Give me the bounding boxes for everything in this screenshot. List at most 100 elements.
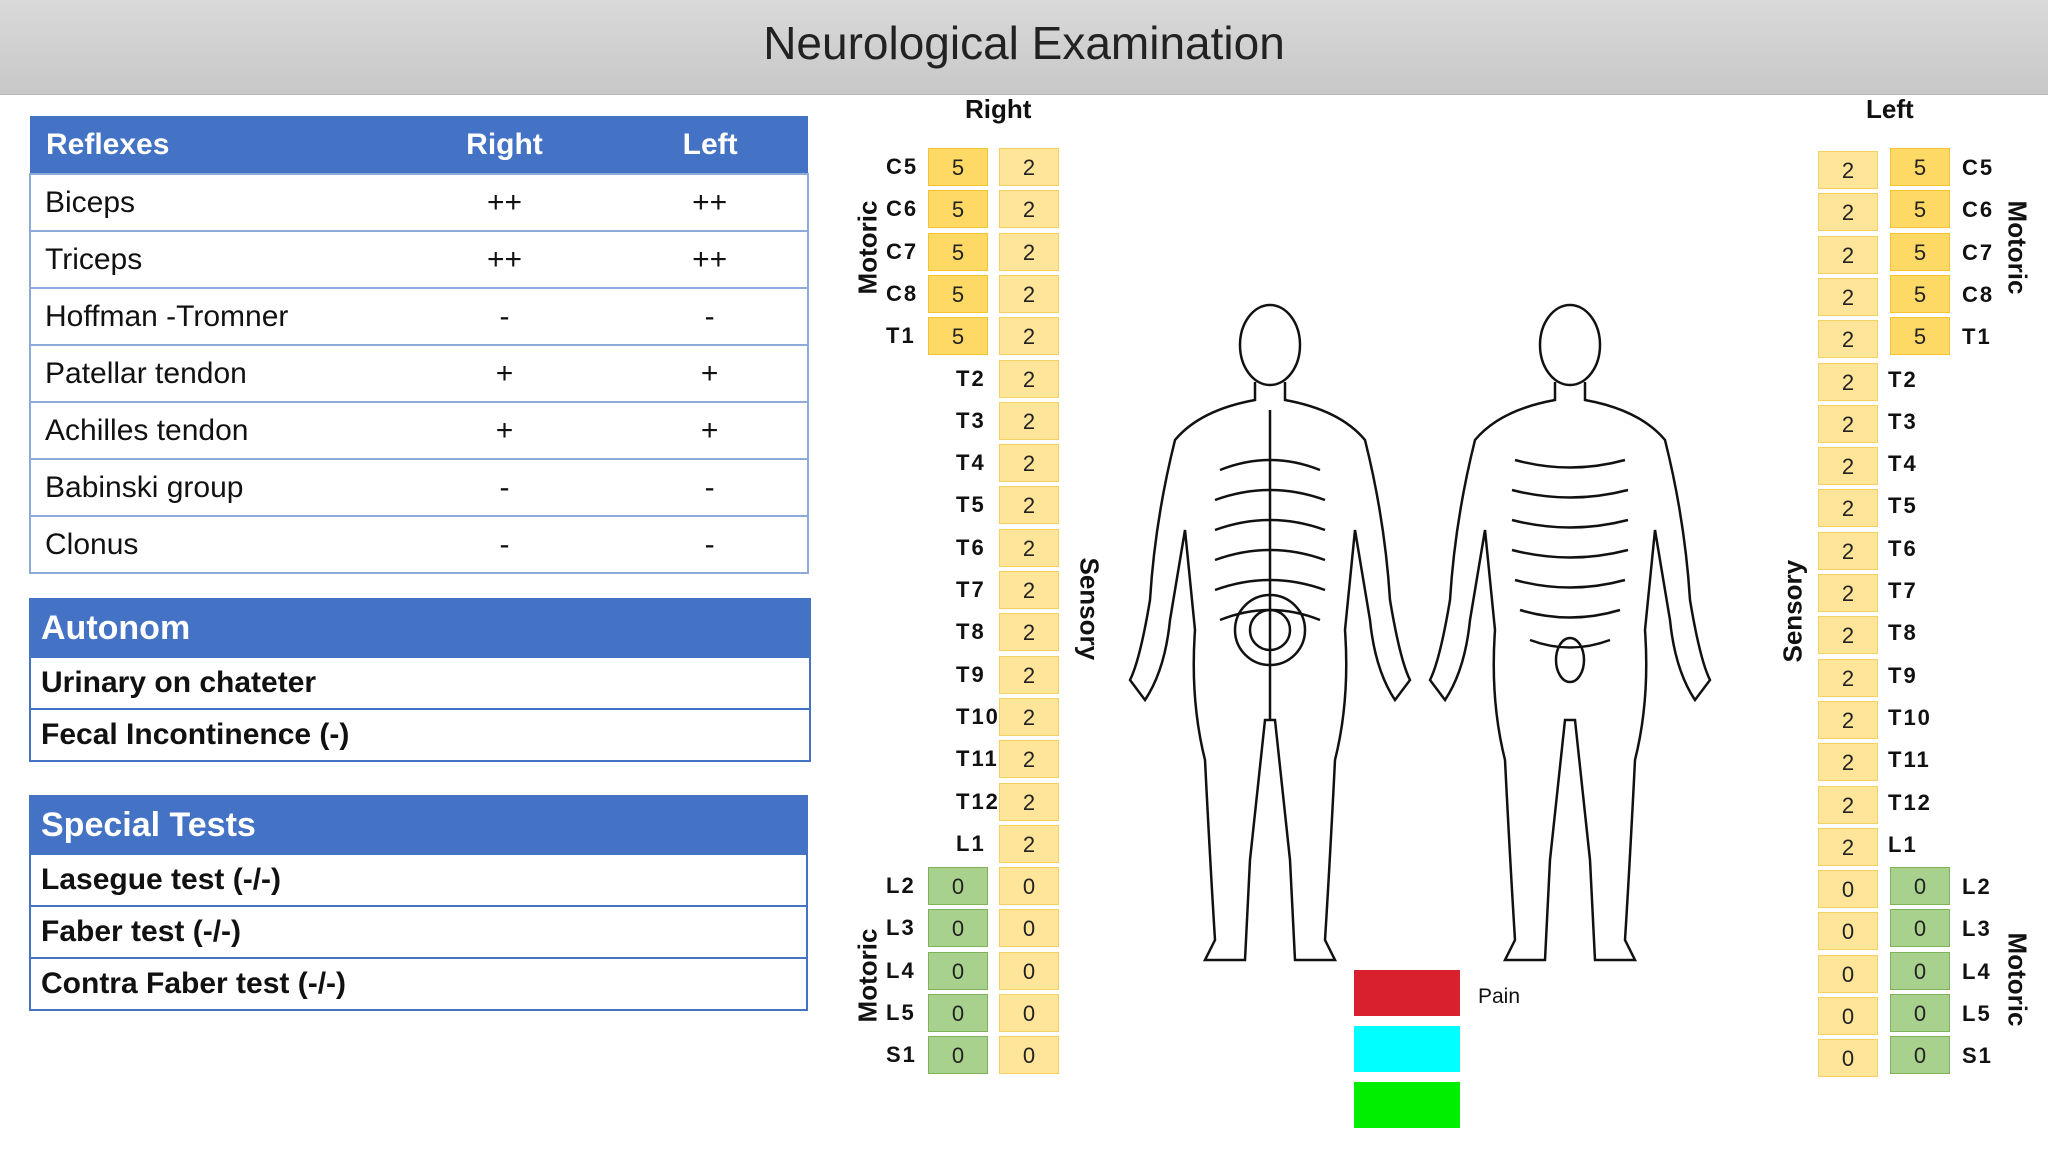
left-level-label-t10: T10 — [1888, 704, 1932, 730]
legend-label-pain: Pain — [1478, 985, 1521, 1008]
right-level-label-t1: T1 — [886, 323, 916, 349]
reflex-name: Clonus — [29, 515, 397, 574]
left-level-label-c5: C5 — [1962, 155, 1995, 180]
reflex-name: Babinski group — [29, 458, 397, 517]
right-motor-cell-l4: 0 — [928, 951, 988, 990]
right-sensory-cell-l1: 2 — [999, 824, 1059, 863]
reflexes-header: Reflexes — [30, 116, 397, 174]
right-level-label-t8: T8 — [956, 619, 986, 645]
right-level-label-t2: T2 — [956, 365, 986, 391]
right-sensory-cell-t9: 2 — [999, 655, 1059, 694]
right-level-label-l5: L5 — [886, 1000, 916, 1025]
right-sensory-cell-t5: 2 — [999, 486, 1059, 525]
left-level-label-t3: T3 — [1888, 408, 1918, 434]
right-level-label-t4: T4 — [956, 450, 986, 476]
right-motor-cell-c8: 5 — [928, 274, 988, 313]
right-level-label-l1: L1 — [956, 830, 986, 856]
right-sensory-cell-l5: 0 — [999, 994, 1059, 1032]
left-level-label-s1: S1 — [1962, 1043, 1993, 1069]
left-sensory-cell-c5: 2 — [1818, 151, 1878, 189]
left-sensory-cell-t3: 2 — [1818, 404, 1878, 443]
left-level-label-t6: T6 — [1888, 535, 1918, 561]
special-test-row: Contra Faber test (-/-) — [31, 957, 806, 1009]
left-motoric-lower-label: Motoric — [2002, 932, 2033, 1027]
right-sensory-cell-t4: 2 — [999, 444, 1059, 483]
left-level-label-t12: T12 — [1888, 789, 1932, 815]
right-motoric-lower-label: Motoric — [852, 928, 883, 1023]
special-test-row: Faber test (-/-) — [31, 905, 806, 957]
reflexes-header-row: Reflexes Right Left — [30, 116, 808, 174]
table-row: Achilles tendon + + — [29, 401, 809, 460]
table-row: Hoffman -Tromner - - — [29, 287, 809, 346]
left-sensory-cell-t6: 2 — [1818, 531, 1878, 570]
left-level-label-l5: L5 — [1962, 1001, 1992, 1026]
reflexes-table: Reflexes Right Left Biceps ++ ++ Triceps ++… — [29, 116, 809, 574]
reflex-right: ++ — [396, 230, 613, 289]
left-level-label-c7: C7 — [1962, 239, 1995, 265]
right-sensory-cell-t11: 2 — [999, 740, 1059, 779]
left-sensory-cell-t11: 2 — [1818, 743, 1878, 782]
left-sensory-cell-t12: 2 — [1818, 785, 1878, 824]
right-motor-cell-t1: 5 — [928, 317, 988, 356]
reflex-left: ++ — [612, 173, 809, 232]
right-sensory-cell-c6: 2 — [999, 190, 1059, 229]
left-sensory-cell-t9: 2 — [1818, 658, 1878, 697]
right-motor-cell-s1: 0 — [928, 1036, 988, 1075]
left-level-label-t4: T4 — [1888, 451, 1918, 477]
autonom-header: Autonom — [31, 600, 809, 656]
left-sensory-cell-c7: 2 — [1818, 235, 1878, 274]
left-motor-cell-t1: 5 — [1890, 317, 1950, 356]
left-level-label-t1: T1 — [1962, 324, 1992, 350]
right-level-label-s1: S1 — [886, 1042, 917, 1068]
page-title: Neurological Examination — [763, 17, 1285, 69]
left-level-label-l1: L1 — [1888, 831, 1918, 857]
left-sensory-cell-l5: 0 — [1818, 997, 1878, 1035]
left-motor-cell-s1: 0 — [1890, 1036, 1950, 1075]
right-level-label-c7: C7 — [886, 238, 919, 264]
left-motor-cell-c7: 5 — [1890, 232, 1950, 271]
reflex-left: + — [612, 344, 809, 403]
right-sensory-cell-t12: 2 — [999, 782, 1059, 821]
right-sensory-cell-t6: 2 — [999, 528, 1059, 567]
left-sensory-cell-l3: 0 — [1818, 912, 1878, 951]
legend-swatch-cyan — [1354, 1026, 1460, 1072]
reflex-left: + — [612, 401, 809, 460]
reflex-left: - — [612, 515, 809, 574]
left-sensory-cell-c8: 2 — [1818, 277, 1878, 316]
reflex-name: Triceps — [29, 230, 397, 289]
left-sensory-cell-l4: 0 — [1818, 954, 1878, 993]
right-motor-cell-c6: 5 — [928, 190, 988, 229]
left-sensory-cell-t8: 2 — [1818, 616, 1878, 655]
left-motor-cell-c5: 5 — [1890, 148, 1950, 186]
right-sensory-cell-t3: 2 — [999, 401, 1059, 440]
left-motor-cell-l4: 0 — [1890, 951, 1950, 990]
left-header: Left — [612, 116, 808, 174]
left-sensory-cell-l2: 0 — [1818, 870, 1878, 909]
left-level-label-t5: T5 — [1888, 493, 1918, 519]
right-level-label-c5: C5 — [886, 154, 919, 179]
left-sensory-cell-t10: 2 — [1818, 700, 1878, 739]
left-level-label-t7: T7 — [1888, 578, 1918, 603]
left-level-label-l4: L4 — [1962, 958, 1992, 984]
right-motor-cell-l3: 0 — [928, 909, 988, 948]
left-level-label-t11: T11 — [1888, 747, 1931, 773]
left-motor-cell-l3: 0 — [1890, 909, 1950, 948]
left-sensory-label: Sensory — [1777, 559, 1808, 663]
special-test-row: Lasegue test (-/-) — [31, 853, 806, 905]
dermatome-body-diagram — [1128, 303, 1712, 962]
front-view-figure — [1428, 303, 1712, 962]
right-header: Right — [396, 116, 613, 174]
table-row: Babinski group - - — [29, 458, 809, 517]
left-sensory-cell-l1: 2 — [1818, 827, 1878, 866]
left-sensory-cell-t1: 2 — [1818, 320, 1878, 359]
right-level-label-t6: T6 — [956, 534, 986, 560]
right-sensory-cell-l4: 0 — [999, 951, 1059, 990]
right-sensory-cell-t1: 2 — [999, 317, 1059, 356]
left-level-label-t9: T9 — [1888, 662, 1918, 688]
autonom-row: Urinary on chateter — [31, 656, 809, 708]
right-sensory-cell-c5: 2 — [999, 148, 1059, 186]
special-tests-box: Special Tests Lasegue test (-/-) Faber t… — [29, 795, 808, 1011]
right-level-label-c6: C6 — [886, 196, 919, 222]
right-motor-cell-c7: 5 — [928, 232, 988, 271]
right-sensory-cell-l3: 0 — [999, 909, 1059, 948]
